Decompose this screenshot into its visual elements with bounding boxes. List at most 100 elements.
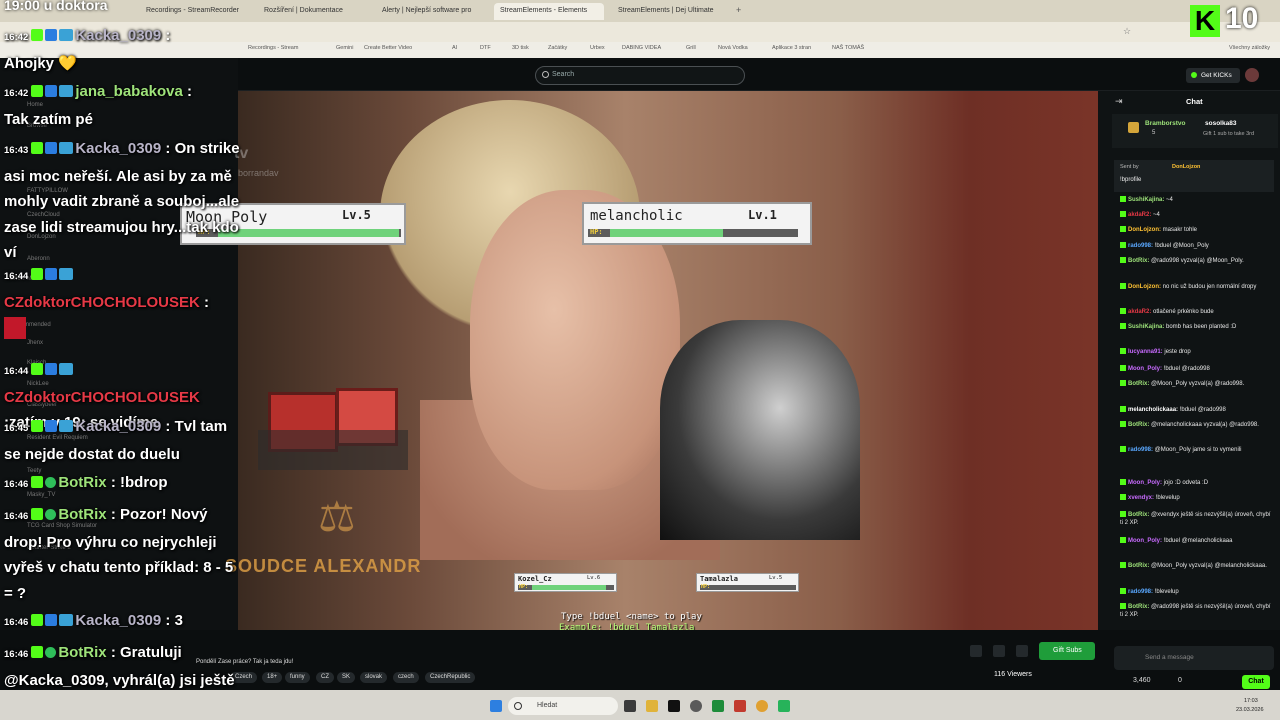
app-icon[interactable] [734, 700, 746, 712]
overlay-username: BotRix [58, 506, 107, 523]
kick-badge-icon [31, 508, 44, 520]
chat-username[interactable]: melancholickaaa: [1128, 407, 1178, 413]
bookmark[interactable]: DABING VIDEA [622, 45, 661, 51]
chat-username[interactable]: rado998: [1128, 243, 1153, 249]
chat-username[interactable]: SushiKajina: [1128, 324, 1164, 330]
get-kicks-button[interactable]: Get KICKs [1186, 68, 1240, 83]
stream-tag[interactable]: slovak [360, 672, 388, 683]
chat-username[interactable]: Moon_Poly: [1128, 480, 1162, 486]
bookmark[interactable]: Recordings - Stream [248, 45, 298, 51]
stream-tag[interactable]: funny [285, 672, 310, 683]
chat-text: ~4 [1151, 212, 1160, 218]
overlay-message: 16:42 Kacka_0309 : Ahojky 💛 [4, 23, 240, 76]
pinned-command: !bprofile [1120, 177, 1142, 183]
bookmark[interactable]: Začátky [548, 45, 567, 51]
chat-username[interactable]: Moon_Poly: [1128, 366, 1162, 372]
chat-input[interactable] [1114, 646, 1274, 670]
bookmark[interactable]: 3D tisk [512, 45, 529, 51]
chat-username[interactable]: BotRix: [1128, 422, 1149, 428]
chat-username[interactable]: lucyanna91: [1128, 349, 1163, 355]
chat-message: lucyanna91: jeste drop [1120, 348, 1272, 357]
bookmark[interactable]: NAŠ TOMÁŠ [832, 45, 864, 51]
taskbar-search[interactable]: Hledat [508, 697, 618, 715]
browser-tab[interactable]: Rozšíření | Dokumentace [258, 3, 368, 20]
sent-by-user[interactable]: DonLojzon [1172, 164, 1200, 170]
browser-tab-active[interactable]: StreamElements - Elements [494, 3, 604, 20]
chat-username[interactable]: akdaR2: [1128, 212, 1151, 218]
stream-tag[interactable]: czech [393, 672, 419, 683]
hp-fill [218, 229, 399, 237]
bookmark[interactable]: Grill [686, 45, 696, 51]
mini-duel-box-left: Kozel_Cz Lv.6 HP: [514, 573, 617, 592]
duel-box-right: melancholic Lv.1 HP: [582, 202, 812, 245]
overlay-separator: : [106, 506, 116, 523]
notification-icon[interactable] [970, 645, 982, 657]
chat-username[interactable]: DonLojzon: [1128, 284, 1161, 290]
pinned-count: 5 [1152, 130, 1156, 136]
badge-icon [1120, 211, 1126, 217]
chat-username[interactable]: akdaR2: [1128, 309, 1151, 315]
overlay-message: 16:44 CZdoktorCHOCHOLOUSEK : [4, 262, 240, 339]
search-input[interactable]: Search [535, 66, 745, 85]
chat-text: !bduel @melancholickaaa [1162, 538, 1233, 544]
file-explorer-icon[interactable] [646, 700, 658, 712]
app-icon[interactable] [778, 700, 790, 712]
chat-username[interactable]: BotRix: [1128, 604, 1149, 610]
gift-badge-icon [59, 142, 74, 154]
star-icon[interactable]: ☆ [1123, 26, 1131, 37]
gift-subs-button[interactable]: Gift Subs [1039, 642, 1095, 660]
bookmark[interactable]: Aplikace 3 stran [772, 45, 811, 51]
overlay-message: 16:46 BotRix : !bdrop [4, 470, 240, 498]
bookmark[interactable]: DTF [480, 45, 491, 51]
stream-tag[interactable]: CZ [316, 672, 334, 683]
kick-badge-icon [31, 614, 44, 626]
tiktok-icon[interactable] [668, 700, 680, 712]
stream-tag[interactable]: SK [337, 672, 356, 683]
bookmark-all[interactable]: Všechny záložky [1229, 45, 1270, 51]
kick-badge-icon [31, 142, 44, 154]
new-tab-icon[interactable]: + [736, 5, 741, 15]
bookmark[interactable]: Gemini [336, 45, 353, 51]
settings-icon[interactable] [690, 700, 702, 712]
bookmark[interactable]: AI [452, 45, 457, 51]
heart-icon[interactable] [993, 645, 1005, 657]
chat-username[interactable]: BotRix: [1128, 381, 1149, 387]
sub-badge-icon [45, 85, 58, 97]
stream-tag[interactable]: CzechRepublic [425, 672, 476, 683]
gift-badge-icon [59, 420, 74, 432]
chat-username[interactable]: DonLojzon: [1128, 227, 1161, 233]
bookmark[interactable]: Urbex [590, 45, 605, 51]
start-icon[interactable] [490, 700, 502, 712]
chat-username[interactable]: SushiKajina: [1128, 197, 1164, 203]
overlay-username: jana_babakova [75, 83, 183, 100]
chrome-icon[interactable] [756, 700, 768, 712]
scales-icon: ⚖ [318, 493, 356, 540]
chat-username[interactable]: BotRix: [1128, 512, 1149, 518]
task-view-icon[interactable] [624, 700, 636, 712]
chat-username[interactable]: Moon_Poly: [1128, 538, 1162, 544]
avatar[interactable] [1245, 68, 1259, 82]
overlay-separator: : [199, 293, 209, 311]
xbox-icon[interactable] [712, 700, 724, 712]
collapse-chat-icon[interactable]: ⇥ [1115, 96, 1123, 107]
stream-tag[interactable]: 18+ [262, 672, 283, 683]
share-icon[interactable] [1016, 645, 1028, 657]
chat-username[interactable]: BotRix: [1128, 258, 1149, 264]
pinned-user[interactable]: Bramborstvo [1145, 120, 1185, 127]
kick-badge-icon [31, 363, 44, 375]
pinned-gifter[interactable]: sosolka83 [1205, 120, 1236, 127]
kick-badge-icon [31, 476, 44, 488]
chat-username[interactable]: rado998: [1128, 447, 1153, 453]
chat-message: BotRix: @Moon_Poly vyzval(a) @melancholi… [1120, 562, 1272, 571]
bookmark[interactable]: Create Better Video [364, 45, 412, 51]
chat-text: @Moon_Poly vyzval(a) @rado998. [1149, 381, 1245, 387]
browser-tab[interactable]: Alerty | Nejlepší software pro [376, 3, 486, 20]
chat-username[interactable]: xvendyx: [1128, 495, 1154, 501]
chat-username[interactable]: rado998: [1128, 589, 1153, 595]
chat-send-button[interactable]: Chat [1242, 675, 1270, 689]
bookmark[interactable]: Nová Vodka [718, 45, 748, 51]
browser-tab[interactable]: StreamElements | Dej Ultimate [612, 3, 730, 20]
chat-username[interactable]: BotRix: [1128, 563, 1149, 569]
mini-hp-bar: HP: [700, 584, 796, 590]
search-placeholder: Search [552, 71, 575, 78]
